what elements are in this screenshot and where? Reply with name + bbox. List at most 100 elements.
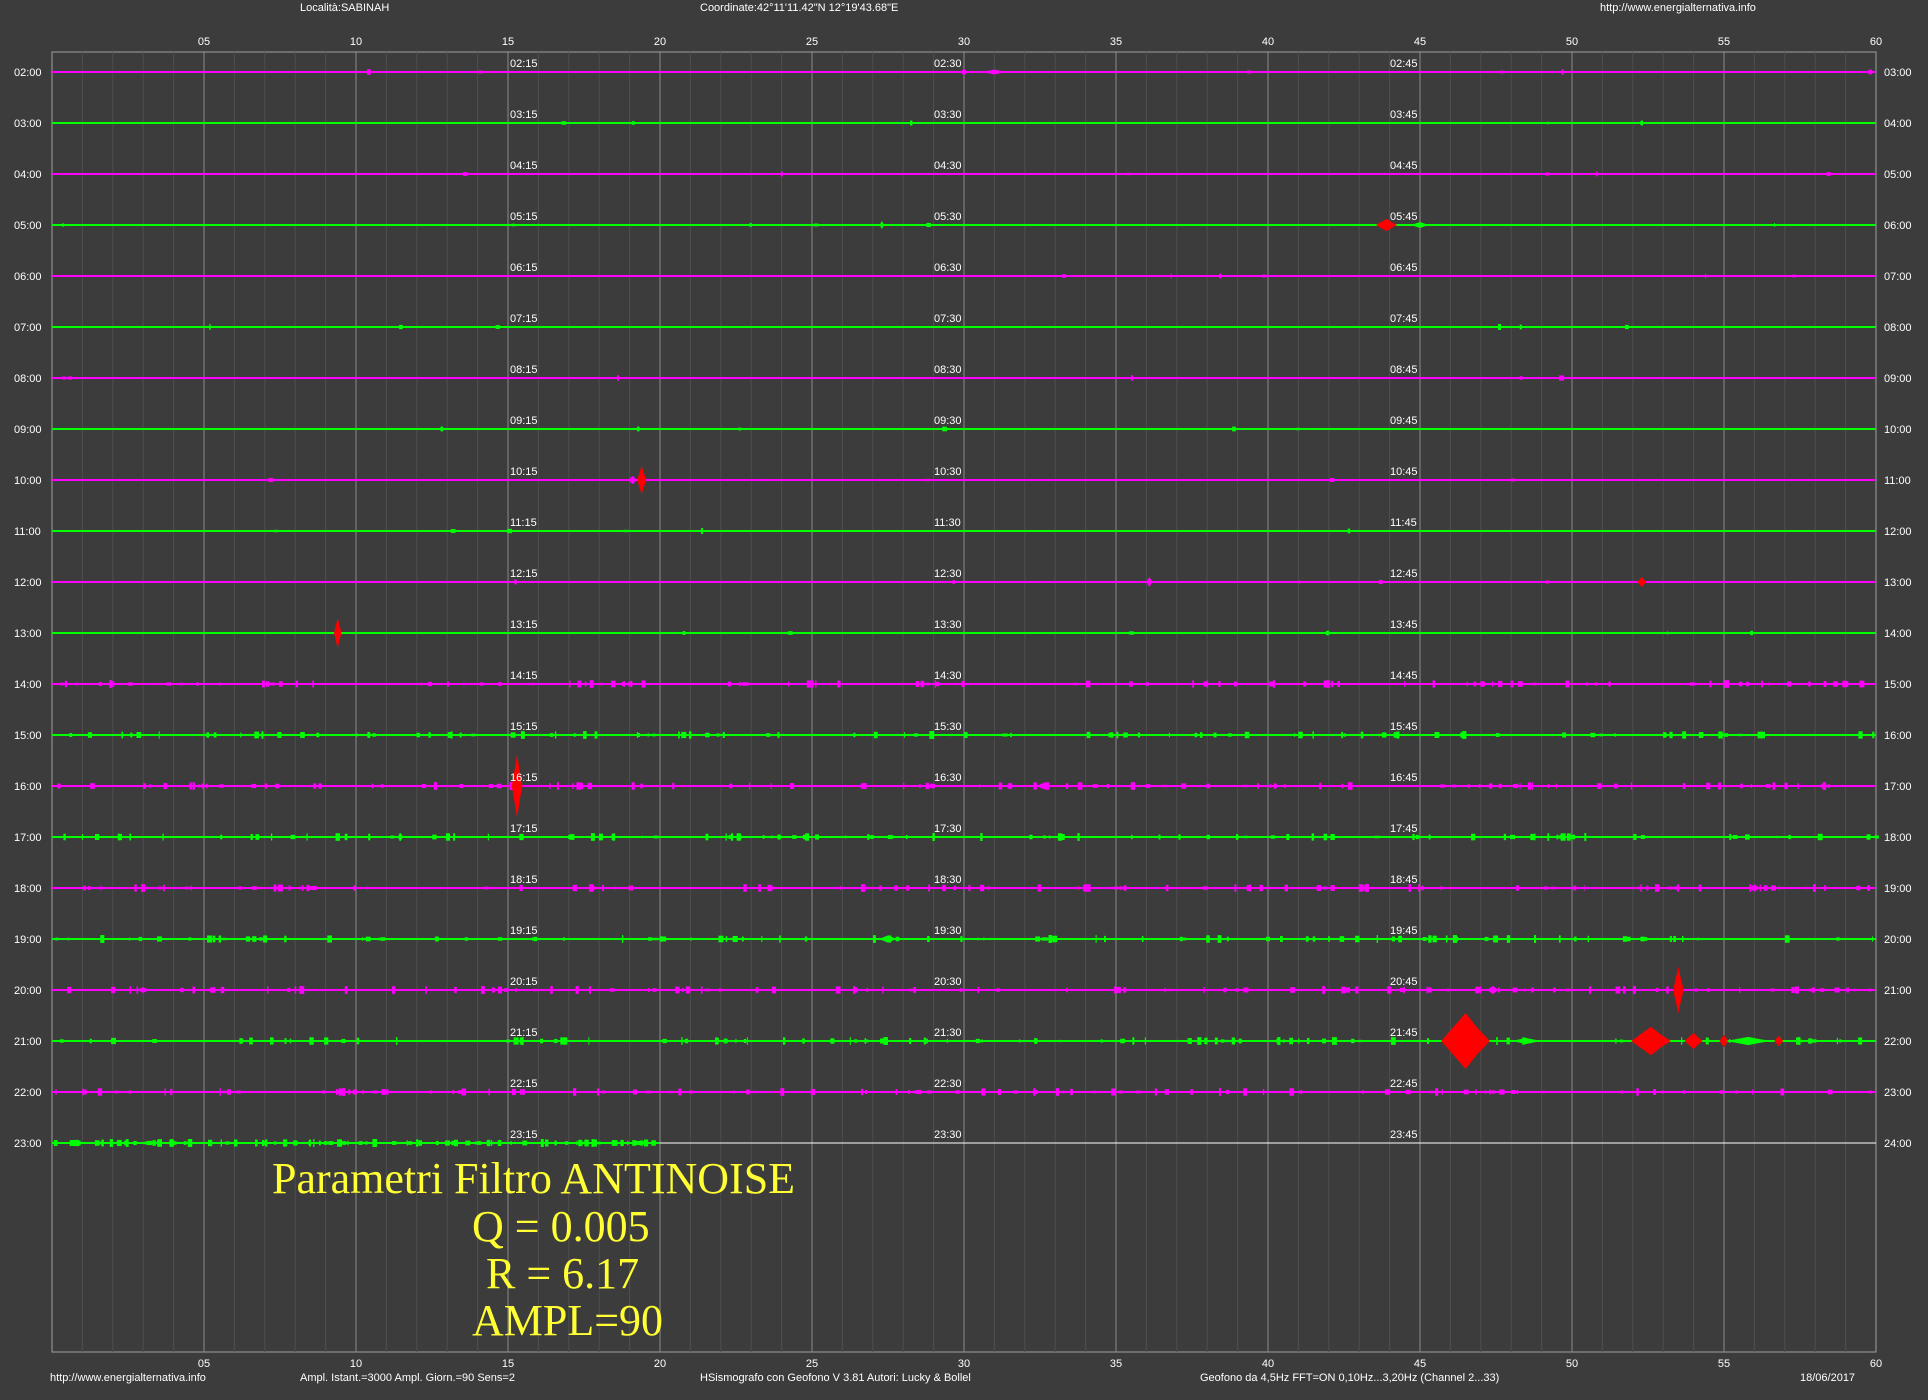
noise-spike [998,782,1003,790]
noise-spike [998,733,1002,737]
x-tick-label-bottom: 20 [654,1358,666,1370]
noise-spike [1035,936,1041,942]
noise-spike [1771,885,1776,891]
noise-spike [1732,835,1738,839]
event-burst [1146,576,1153,588]
noise-spike [1866,834,1871,840]
noise-spike [342,1088,346,1096]
row-label-q45: 09:45 [1390,415,1418,427]
row-label-q45: 15:45 [1390,721,1418,733]
noise-spike [1619,1039,1624,1043]
noise-spike [1116,986,1121,994]
noise-spike [1637,886,1642,890]
noise-spike [210,987,214,993]
noise-spike [1136,1090,1141,1094]
noise-spike [640,784,645,788]
noise-spike [55,1089,57,1095]
x-tick-label-top: 55 [1718,36,1730,48]
noise-spike [1303,681,1307,687]
noise-spike [1170,273,1172,279]
noise-spike [207,1139,213,1147]
noise-spike [946,1039,949,1043]
header-website-link[interactable]: http://www.energialternativa.info [1600,2,1756,14]
row-label-q15: 23:15 [510,1129,538,1141]
noise-spike [678,731,680,739]
noise-spike [1243,1088,1248,1096]
noise-spike [432,834,437,840]
noise-spike [928,884,931,892]
noise-spike [421,783,426,789]
row-label-q30: 20:30 [934,976,962,988]
noise-spike [953,885,957,891]
noise-spike [1235,988,1239,992]
row-label-q30: 07:30 [934,313,962,325]
noise-spike [1145,784,1151,788]
noise-spike [1707,988,1710,992]
noise-spike [1666,986,1669,994]
noise-spike [1358,884,1363,892]
row-label-q45: 06:45 [1390,262,1418,274]
noise-spike [572,884,578,892]
noise-spike [284,1038,287,1044]
noise-spike [554,731,557,739]
noise-spike [1655,987,1659,993]
noise-spike [1871,936,1873,942]
noise-spike [1750,784,1752,788]
noise-spike [631,782,635,790]
noise-spike [1323,886,1327,890]
noise-spike [660,937,662,941]
noise-spike [647,733,650,737]
noise-spike [288,885,291,891]
noise-spike [1455,580,1457,584]
row-label-right: 05:00 [1884,169,1912,181]
noise-spike [84,1089,87,1095]
noise-spike [925,782,930,790]
noise-spike [1836,1037,1838,1045]
row-label-q15: 19:15 [510,925,538,937]
row-label-q15: 20:15 [510,976,538,988]
row-label-q45: 14:45 [1390,670,1418,682]
footer-website-link[interactable]: http://www.energialternativa.info [50,1372,206,1384]
noise-spike [814,223,819,227]
noise-spike [1298,731,1303,739]
x-tick-label-top: 20 [654,36,666,48]
noise-spike [213,732,217,738]
noise-spike [637,426,640,432]
noise-spike [264,783,268,789]
noise-spike [909,120,913,126]
noise-spike [1533,935,1537,943]
noise-spike [1868,988,1872,992]
row-label-q45: 11:45 [1390,517,1417,529]
noise-spike [1694,988,1698,992]
x-tick-label-bottom: 05 [198,1358,210,1370]
noise-spike [283,1139,288,1147]
noise-spike [341,1038,346,1044]
noise-spike [415,1139,419,1147]
noise-spike [700,986,703,994]
noise-spike [1106,783,1110,789]
noise-spike [89,1038,92,1044]
noise-spike [1391,1039,1395,1043]
noise-spike [364,1141,368,1145]
noise-spike [399,833,402,841]
row-label-q30: 16:30 [934,772,962,784]
noise-spike [1706,782,1711,790]
noise-spike [975,1038,981,1044]
row-label-right: 22:00 [1884,1036,1912,1048]
noise-spike [1262,1088,1265,1096]
noise-spike [1588,986,1592,994]
noise-spike [1194,732,1198,738]
noise-spike [569,680,571,688]
noise-spike [652,988,657,992]
noise-spike [1225,1039,1230,1043]
noise-spike [1262,274,1266,278]
noise-spike [1655,884,1660,892]
noise-spike [1547,833,1550,841]
noise-spike [1177,1039,1180,1043]
noise-spike [252,886,258,890]
noise-spike [1492,682,1496,686]
noise-spike [905,834,908,840]
noise-spike [158,731,160,739]
noise-spike [318,783,322,789]
noise-spike [955,1090,960,1094]
